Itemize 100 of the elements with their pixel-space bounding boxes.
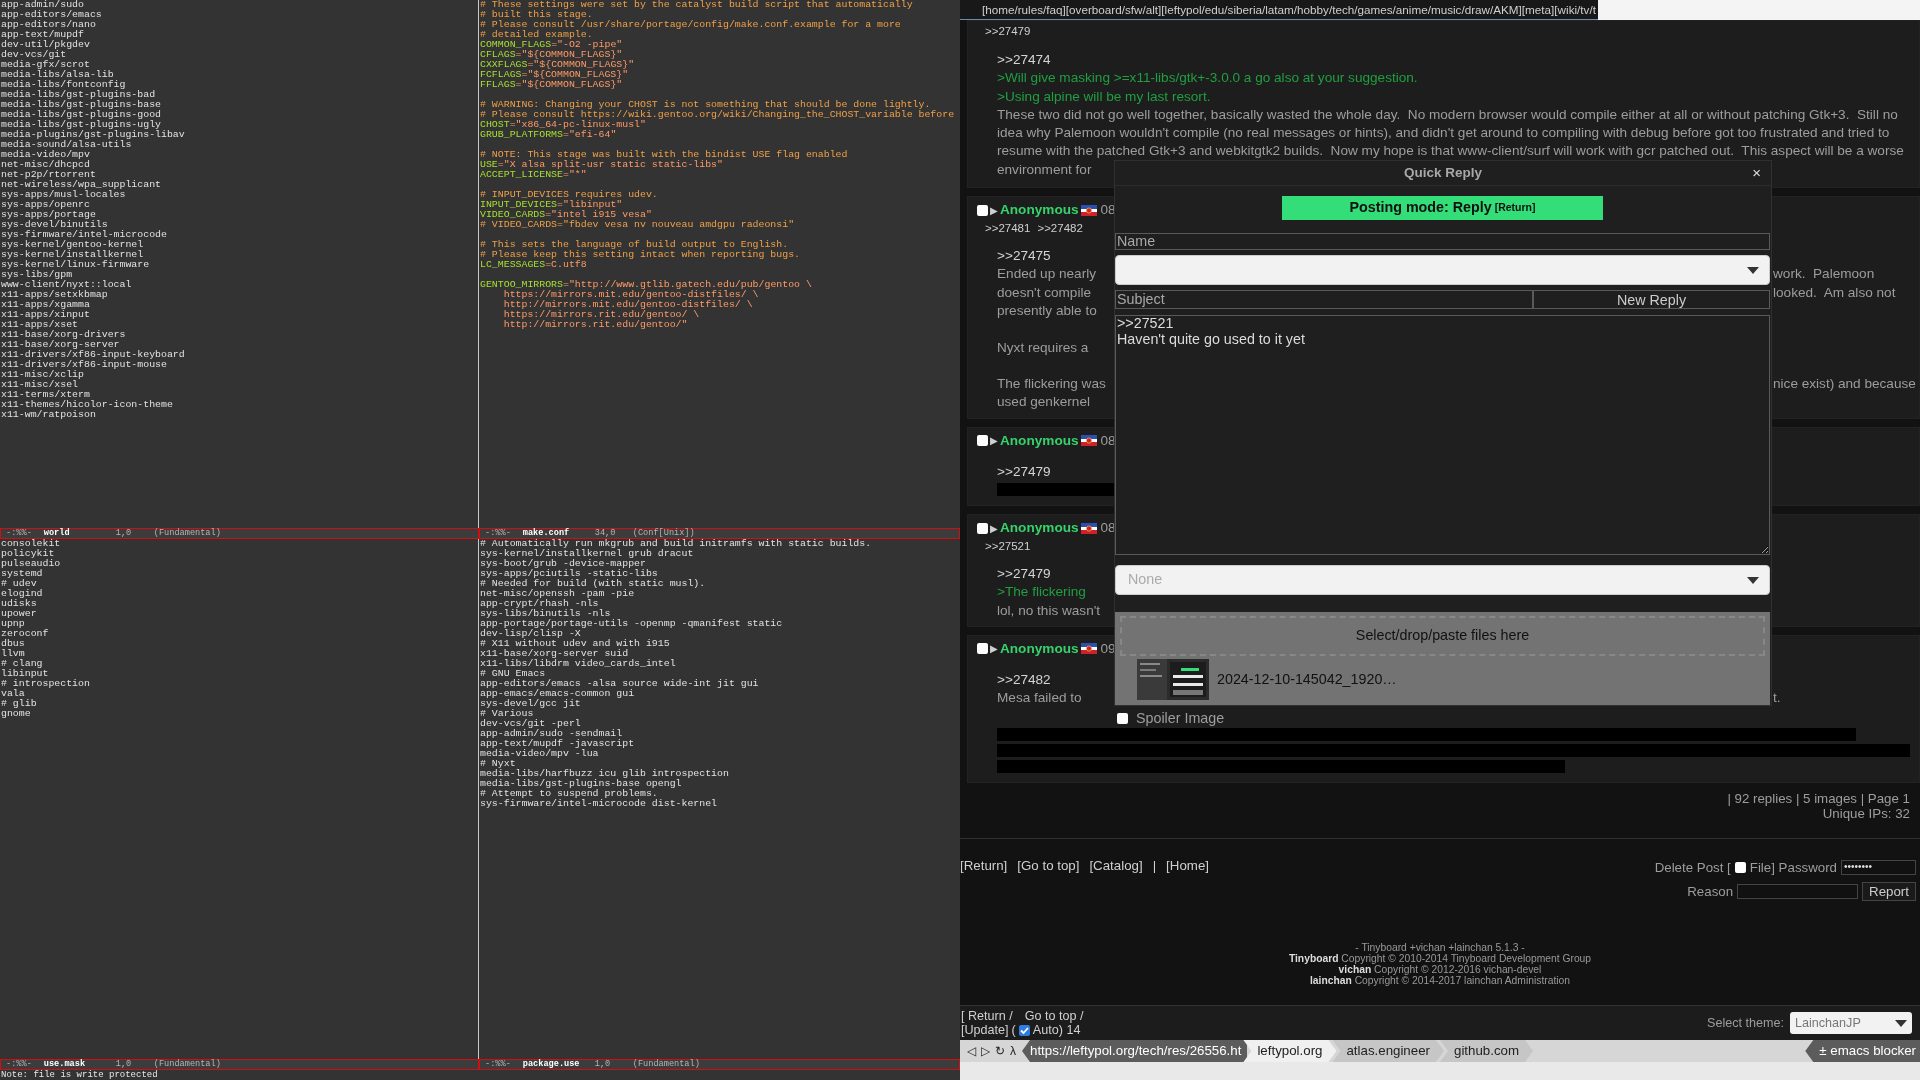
board-link[interactable]: [leftypol/edu/siberia/latam/hobby/tech/games/anime/music/draw/AKM] <box>1161 0 1522 19</box>
code-line: x11-misc/xsel <box>1 380 79 390</box>
nav-link[interactable]: [Return] <box>960 857 1008 902</box>
file-drop-area[interactable]: Select/drop/paste files here 2024-12-10-145042_1920… <box>1115 612 1770 705</box>
code-line: media-gfx/scrot <box>1 60 90 70</box>
code-line: dev-util/pkgdev <box>1 40 90 50</box>
checkbox[interactable] <box>1734 862 1746 874</box>
buffer-tab[interactable]: leftypol.org <box>1243 1040 1337 1062</box>
nav-button[interactable]: ◁ <box>967 1040 976 1062</box>
message-field[interactable]: >>27521 Haven't quite go used to it yet <box>1115 315 1770 555</box>
checkbox[interactable] <box>977 522 988 534</box>
checkbox[interactable] <box>1018 1024 1030 1036</box>
code-line: sys-firmware/intel-microcode dist-kernel <box>480 799 718 809</box>
code-line: # glib <box>1 699 37 709</box>
code-line: vala <box>1 689 25 699</box>
caret-icon <box>1747 266 1759 274</box>
theme-select[interactable]: LainchanJP <box>1790 1012 1912 1034</box>
paren-text: ( <box>1011 1023 1016 1037</box>
greentext: >The flickering <box>997 584 1086 600</box>
expand-arrow[interactable]: ▶ <box>990 641 998 657</box>
quote-link[interactable]: >>27475 <box>997 248 1051 264</box>
post-text: Nyxt requires a <box>997 339 1089 355</box>
major-mode: (Fundamental) <box>153 1060 221 1069</box>
nav-link[interactable]: [Go to top] <box>1017 857 1080 902</box>
nav-button[interactable]: ↻ <box>995 1040 1005 1062</box>
code-line: x11-base/xorg-server <box>1 340 120 350</box>
code-line: gnome <box>1 709 31 719</box>
board-link[interactable]: [home/rules/faq] <box>982 0 1066 19</box>
post-text: doesn't compile <box>997 283 1093 302</box>
post-text: Ended up nearly <box>997 265 1097 284</box>
checkbox[interactable] <box>1117 713 1128 725</box>
line-position: 34,0 <box>594 529 617 538</box>
code-line: CHOST="x86_64-pc-linux-musl" <box>480 120 646 130</box>
thread-stats: | 92 replies | 5 images | Page 1 <box>1727 790 1910 806</box>
nav-link[interactable]: [ Return / <box>961 1009 1013 1023</box>
checkbox[interactable] <box>977 204 988 216</box>
backlink[interactable]: >>27479 <box>985 24 1031 38</box>
code-line: x11-apps/xinput <box>1 310 90 320</box>
quote-link[interactable]: >>27482 <box>997 671 1051 687</box>
code-line: x11-libs/libdrm video_cards_intel <box>480 659 676 669</box>
checkbox[interactable] <box>977 643 988 655</box>
code-line: sys-apps/openrc <box>1 200 90 210</box>
quote-link[interactable]: >>27479 <box>997 566 1051 582</box>
comment-line: # VIDEO_CARDS="fbdev vesa nv nouveau amdgpu radeonsi" <box>480 220 795 230</box>
close-button[interactable]: × <box>1750 164 1763 182</box>
board-link[interactable]: [overboard/sfw/alt] <box>1065 0 1162 19</box>
comment-line: # Please consult https://wiki.gentoo.org/wiki/Changing_the_CHOST_variable before <box>480 110 955 120</box>
code-line: llvm <box>1 649 25 659</box>
buffer-tab[interactable]: atlas.engineer <box>1332 1040 1444 1062</box>
code-line: pulseaudio <box>1 559 61 569</box>
expand-arrow[interactable]: ▶ <box>990 433 998 449</box>
code-line: media-libs/gst-plugins-base opengl <box>480 779 682 789</box>
code-line: net-misc/dhcpcd <box>1 160 90 170</box>
code-line: sys-firmware/intel-microcode <box>1 230 167 240</box>
backlink[interactable]: >>27521 <box>985 539 1031 554</box>
nav-link[interactable]: [Catalog] <box>1089 857 1143 902</box>
reason-field[interactable] <box>1737 884 1859 900</box>
password-field[interactable]: •••••••• <box>1841 860 1916 876</box>
backlink[interactable]: >>27481 <box>985 221 1031 236</box>
code-line: # introspection <box>1 679 90 689</box>
post-text: t. <box>1773 689 1782 708</box>
code-line: media-libs/gst-plugins-good <box>1 110 161 120</box>
code-line: GENTOO_MIRRORS="http://www.gtlib.gatech.edu/pub/gentoo \ <box>480 280 812 290</box>
code-line: sys-kernel/installkernel grub dracut <box>480 549 694 559</box>
backlink[interactable]: >>27482 <box>1037 221 1083 236</box>
subject-field[interactable]: Subject <box>1115 290 1533 309</box>
url-field[interactable]: https://leftypol.org/tech/res/26556.ht <box>1022 1040 1248 1062</box>
code-line: media-libs/gst-plugins-bad <box>1 90 156 100</box>
submit-button[interactable]: New Reply <box>1533 290 1770 309</box>
code-line: x11-apps/setxkbmap <box>1 290 108 300</box>
code-line: x11-drivers/xf86-input-keyboard <box>1 350 185 360</box>
board-link[interactable]: [wiki/tv/t <box>1554 0 1596 19</box>
report-button[interactable]: Report <box>1862 882 1916 902</box>
nav-button[interactable]: ▷ <box>981 1040 990 1062</box>
comment-line: # detailed example. <box>480 30 593 40</box>
nav-button[interactable]: λ <box>1010 1040 1016 1062</box>
expand-arrow[interactable]: ▶ <box>990 202 998 218</box>
modified-flags: -:%%- <box>6 1060 32 1069</box>
code-line: x11-terms/xterm <box>1 390 90 400</box>
update-link[interactable]: [Update] <box>961 1023 1009 1037</box>
modified-flags: -:%%- <box>485 1060 511 1069</box>
code-line: sys-kernel/gentoo-kernel <box>1 240 144 250</box>
post-text: nice exist) and because <box>1773 375 1917 394</box>
major-mode: (Conf[Unix]) <box>632 529 695 538</box>
quote-link[interactable]: >>27479 <box>997 463 1051 479</box>
name-field[interactable]: Name <box>1115 233 1770 250</box>
board-link[interactable]: [meta] <box>1521 0 1555 19</box>
buffer-tab[interactable]: github.com <box>1440 1040 1534 1062</box>
quote-link[interactable]: >>27474 <box>997 52 1051 67</box>
nav-link[interactable]: [Home] <box>1166 857 1209 902</box>
checkbox[interactable] <box>977 435 988 447</box>
poster-name: Anonymous <box>1000 639 1079 658</box>
comment-line: # INPUT_DEVICES requires udev. <box>480 190 658 200</box>
code-line: sys-libs/gpm <box>1 270 73 280</box>
flag-icon <box>1080 643 1097 655</box>
flag-icon <box>1080 435 1097 447</box>
nav-link[interactable]: Go to top / <box>1024 1009 1084 1023</box>
expand-arrow[interactable]: ▶ <box>990 520 998 536</box>
comment-line: # NOTE: This stage was built with the bindist USE flag enabled <box>480 150 848 160</box>
code-line: # X11 without udev and with i915 <box>480 639 670 649</box>
